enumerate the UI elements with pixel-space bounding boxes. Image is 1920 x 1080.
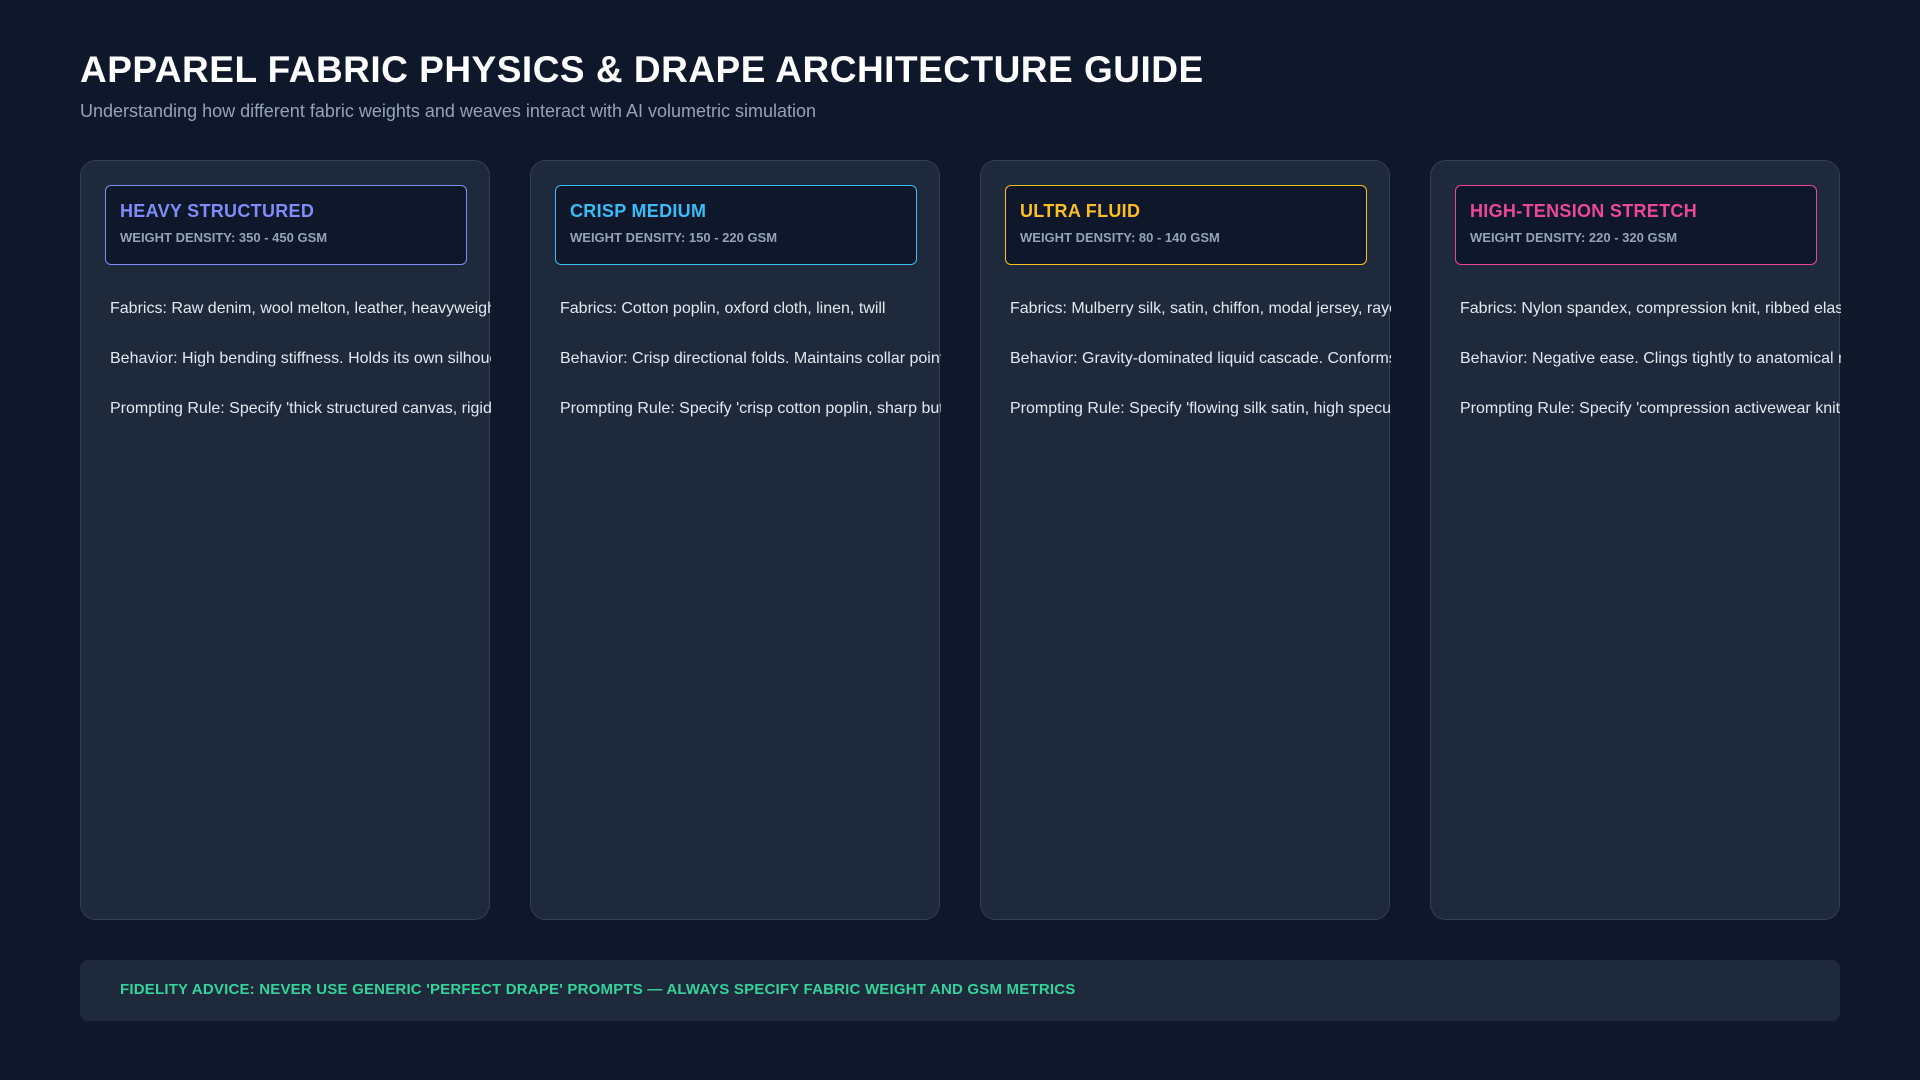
prompting-rule-text: Prompting Rule: Specify 'crisp cotton po… [560, 400, 941, 417]
card-title: HIGH-TENSION STRETCH [1470, 201, 1698, 221]
card-header: HEAVY STRUCTURED WEIGHT DENSITY: 350 - 4… [105, 185, 467, 265]
fabric-card-heavy-structured: HEAVY STRUCTURED WEIGHT DENSITY: 350 - 4… [80, 160, 491, 920]
fidelity-advice-text: FIDELITY ADVICE: NEVER USE GENERIC 'PERF… [120, 981, 1076, 998]
page-subtitle: Understanding how different fabric weigh… [80, 101, 817, 121]
fabric-card-ultra-fluid: ULTRA FLUID WEIGHT DENSITY: 80 - 140 GSM… [980, 160, 1391, 920]
weight-density: WEIGHT DENSITY: 350 - 450 GSM [120, 230, 328, 245]
page-header: APPAREL FABRIC PHYSICS & DRAPE ARCHITECT… [80, 48, 1204, 122]
behavior-text: Behavior: Crisp directional folds. Maint… [560, 350, 941, 367]
prompting-rule-text: Prompting Rule: Specify 'thick structure… [110, 400, 491, 417]
behavior-text: Behavior: Gravity-dominated liquid casca… [1010, 350, 1391, 367]
weight-density: WEIGHT DENSITY: 80 - 140 GSM [1020, 230, 1220, 245]
behavior-text: Behavior: High bending stiffness. Holds … [110, 350, 491, 367]
page-title: APPAREL FABRIC PHYSICS & DRAPE ARCHITECT… [80, 49, 1204, 90]
card-title: CRISP MEDIUM [570, 201, 707, 221]
prompting-rule-text: Prompting Rule: Specify 'flowing silk sa… [1010, 400, 1391, 417]
card-header: ULTRA FLUID WEIGHT DENSITY: 80 - 140 GSM [1005, 185, 1367, 265]
behavior-text: Behavior: Negative ease. Clings tightly … [1460, 350, 1841, 367]
card-header: HIGH-TENSION STRETCH WEIGHT DENSITY: 220… [1455, 185, 1817, 265]
fabric-card-high-tension-stretch: HIGH-TENSION STRETCH WEIGHT DENSITY: 220… [1430, 160, 1841, 920]
fabrics-text: Fabrics: Nylon spandex, compression knit… [1460, 300, 1841, 317]
weight-density: WEIGHT DENSITY: 220 - 320 GSM [1470, 230, 1678, 245]
weight-density: WEIGHT DENSITY: 150 - 220 GSM [570, 230, 778, 245]
card-title: HEAVY STRUCTURED [120, 201, 315, 221]
fabric-card-crisp-medium: CRISP MEDIUM WEIGHT DENSITY: 150 - 220 G… [530, 160, 941, 920]
fabric-card-grid: HEAVY STRUCTURED WEIGHT DENSITY: 350 - 4… [80, 160, 1841, 920]
card-header: CRISP MEDIUM WEIGHT DENSITY: 150 - 220 G… [555, 185, 917, 265]
fidelity-advice-banner: FIDELITY ADVICE: NEVER USE GENERIC 'PERF… [80, 960, 1840, 1021]
fabrics-text: Fabrics: Cotton poplin, oxford cloth, li… [560, 300, 886, 317]
fabrics-text: Fabrics: Mulberry silk, satin, chiffon, … [1010, 300, 1391, 317]
card-title: ULTRA FLUID [1020, 201, 1141, 221]
prompting-rule-text: Prompting Rule: Specify 'compression act… [1460, 400, 1841, 417]
fabrics-text: Fabrics: Raw denim, wool melton, leather… [110, 300, 491, 317]
